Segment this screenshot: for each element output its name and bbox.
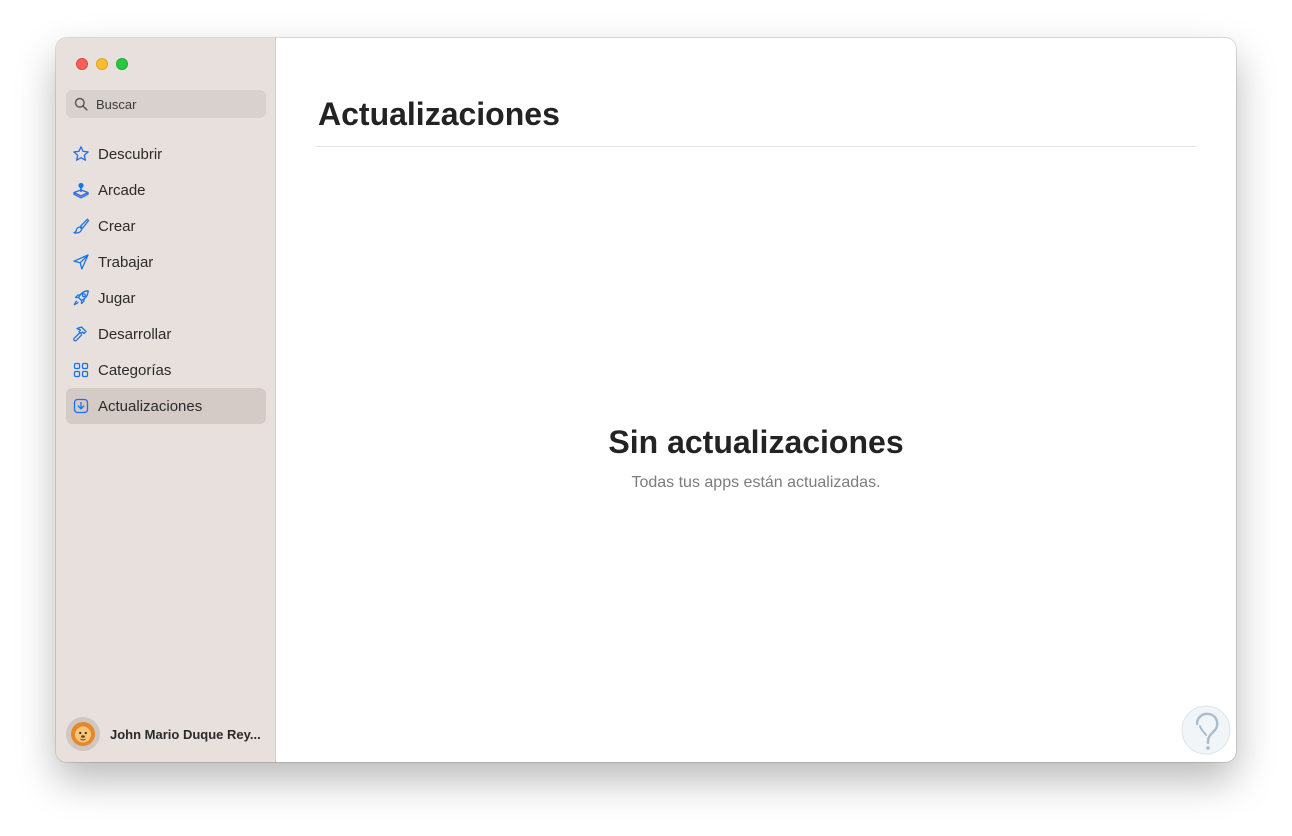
watermark-logo-icon: [1181, 705, 1231, 755]
paintbrush-icon: [72, 217, 90, 235]
search-box[interactable]: [66, 90, 266, 118]
sidebar: Descubrir Arcade Crear Trabajar: [56, 38, 276, 762]
star-icon: [72, 145, 90, 163]
sidebar-item-label: Desarrollar: [98, 325, 172, 343]
sidebar-item-label: Crear: [98, 217, 136, 235]
sidebar-nav: Descubrir Arcade Crear Trabajar Jugar De…: [66, 136, 266, 424]
download-icon: [72, 397, 90, 415]
lion-memoji-icon: [71, 722, 95, 746]
close-button[interactable]: [76, 58, 88, 70]
sidebar-item-trabajar[interactable]: Trabajar: [66, 244, 266, 280]
minimize-button[interactable]: [96, 58, 108, 70]
sidebar-item-label: Descubrir: [98, 145, 163, 163]
sidebar-item-label: Categorías: [98, 361, 172, 379]
sidebar-item-label: Arcade: [98, 181, 146, 199]
grid-icon: [72, 361, 90, 379]
main-content: Actualizaciones Sin actualizaciones Toda…: [276, 38, 1236, 762]
paperplane-icon: [72, 253, 90, 271]
sidebar-item-label: Jugar: [98, 289, 136, 307]
search-icon: [74, 97, 88, 111]
sidebar-item-categorias[interactable]: Categorías: [66, 352, 266, 388]
zoom-button[interactable]: [116, 58, 128, 70]
empty-state-subtitle: Todas tus apps están actualizadas.: [631, 474, 881, 491]
sidebar-item-jugar[interactable]: Jugar: [66, 280, 266, 316]
sidebar-item-desarrollar[interactable]: Desarrollar: [66, 316, 266, 352]
sidebar-item-descubrir[interactable]: Descubrir: [66, 136, 266, 172]
joystick-icon: [72, 181, 90, 199]
app-store-window: Descubrir Arcade Crear Trabajar: [56, 38, 1236, 762]
empty-state-title: Sin actualizaciones: [608, 424, 904, 460]
sidebar-item-crear[interactable]: Crear: [66, 208, 266, 244]
hammer-icon: [72, 325, 90, 343]
page-title: Actualizaciones: [318, 96, 560, 132]
sidebar-item-label: Trabajar: [98, 253, 154, 271]
account-name: John Mario Duque Rey...: [110, 726, 261, 742]
title-divider: [316, 146, 1196, 147]
avatar: [66, 717, 100, 751]
sidebar-item-arcade[interactable]: Arcade: [66, 172, 266, 208]
account-button[interactable]: John Mario Duque Rey...: [66, 716, 261, 752]
window-controls: [76, 58, 128, 70]
sidebar-item-actualizaciones[interactable]: Actualizaciones: [66, 388, 266, 424]
rocket-icon: [72, 289, 90, 307]
search-input[interactable]: [96, 96, 246, 112]
sidebar-item-label: Actualizaciones: [98, 397, 203, 415]
